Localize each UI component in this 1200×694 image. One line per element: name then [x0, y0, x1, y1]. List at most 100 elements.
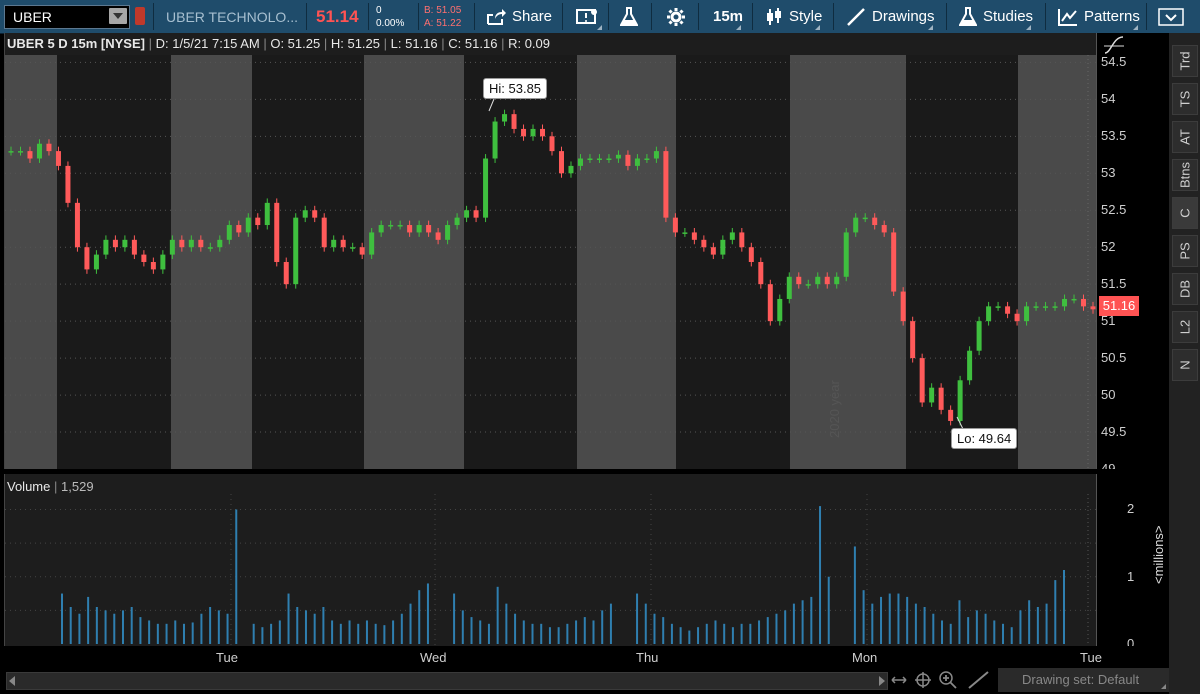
candle-body [340, 239, 346, 248]
volume-bar [697, 627, 700, 644]
candle-body [748, 247, 754, 262]
candle-body [967, 350, 973, 381]
zoom-in-icon[interactable] [938, 670, 958, 690]
candle-body [767, 284, 773, 322]
drawings-button[interactable]: Drawings [846, 0, 935, 33]
candle-body [948, 409, 954, 421]
volume-bar [470, 617, 473, 644]
volume-bar [487, 623, 490, 644]
candle-body [777, 298, 783, 322]
volume-bar [967, 617, 970, 644]
volume-bar [862, 590, 865, 644]
tab-ts[interactable]: TS [1172, 83, 1198, 115]
time-axis[interactable]: Tue Wed Thu Mon Tue [4, 646, 1169, 668]
tab-n[interactable]: N [1172, 349, 1198, 381]
flask-button[interactable] [620, 0, 644, 33]
timeframe-button[interactable]: 15m [713, 0, 743, 33]
studies-button[interactable]: Studies [959, 0, 1033, 33]
drawing-set-selector[interactable]: Drawing set: Default [998, 668, 1169, 692]
candle-body [739, 232, 745, 248]
candle-body [720, 239, 726, 255]
candle-body [36, 143, 42, 159]
volume-bar [453, 593, 456, 644]
style-button[interactable]: Style [765, 0, 822, 33]
candle-body [435, 232, 441, 240]
volume-bar [941, 620, 944, 644]
tab-trd[interactable]: Trd [1172, 45, 1198, 77]
current-price-marker: 51.16 [1099, 296, 1139, 316]
volume-bar [1063, 570, 1065, 644]
candle-body [729, 232, 735, 240]
candle-body [483, 158, 489, 218]
tab-label: AT [1177, 129, 1193, 145]
tab-at[interactable]: AT [1172, 121, 1198, 153]
price-chart-area[interactable]: UBER 5 D 15m [NYSE] | D: 1/5/21 7:15 AM … [4, 33, 1097, 469]
candle-body [359, 247, 365, 255]
volume-bar [688, 630, 691, 644]
chart-date: D: 1/5/21 7:15 AM [155, 36, 260, 51]
patterns-button[interactable]: Patterns [1058, 0, 1140, 33]
scroll-left-icon[interactable] [9, 676, 15, 686]
volume-axis[interactable]: 210 <millions> [1096, 474, 1170, 651]
volume-bar [609, 603, 612, 644]
volume-bar [383, 625, 386, 644]
volume-bar [740, 623, 743, 644]
tab-l2[interactable]: L2 [1172, 311, 1198, 343]
candle-body [900, 291, 906, 322]
hi-label: Hi: 53.85 [483, 78, 548, 99]
tab-db[interactable]: DB [1172, 273, 1198, 305]
auto-scale-icon[interactable] [1103, 35, 1125, 55]
volume-bar [540, 623, 543, 644]
volume-bar [775, 613, 778, 644]
tab-btns[interactable]: Btns [1172, 159, 1198, 191]
candle-body [986, 306, 992, 322]
candle-body [8, 151, 14, 153]
session-band [252, 55, 364, 469]
volume-chart-area[interactable]: Volume | 1,529 [4, 474, 1097, 646]
candle-body [568, 165, 574, 174]
tab-ps[interactable]: PS [1172, 235, 1198, 267]
volume-bar [331, 620, 334, 644]
volume-bar [749, 623, 752, 644]
more-button[interactable] [1158, 0, 1190, 33]
volume-bar [871, 603, 874, 644]
alerts-button[interactable] [576, 0, 604, 33]
volume-bar [348, 620, 351, 644]
scroll-right-icon[interactable] [879, 676, 885, 686]
symbol-input[interactable]: UBER [4, 5, 130, 29]
volume-bar [139, 617, 142, 644]
toolbar: UBER UBER TECHNOLO... 51.14 0 0.00% B: 5… [0, 0, 1200, 34]
time-tick: Wed [420, 650, 447, 665]
line-tool-icon[interactable] [966, 670, 992, 690]
candle-body [464, 210, 470, 218]
volume-bar [1010, 627, 1013, 644]
tab-label: N [1177, 360, 1193, 370]
share-button[interactable]: Share [486, 0, 552, 33]
session-band [577, 55, 676, 469]
candle-body [150, 262, 156, 270]
candle-body [1062, 298, 1068, 307]
pan-icon[interactable] [890, 672, 908, 688]
volume-tick: 1 [1127, 568, 1135, 584]
bid-ask: B: 51.05 A: 51.22 [424, 4, 461, 30]
volume-bar [374, 623, 377, 644]
settings-button[interactable] [666, 0, 692, 33]
candle-body [274, 202, 280, 262]
candle-body [625, 154, 631, 166]
candle-body [46, 143, 52, 152]
horizontal-scrollbar[interactable] [6, 672, 888, 690]
price-axis[interactable]: 54.55453.55352.55251.55150.55049.549 51.… [1096, 33, 1170, 476]
tab-c[interactable]: C [1172, 197, 1198, 229]
crosshair-icon[interactable] [914, 671, 932, 689]
candle-body [549, 136, 555, 152]
symbol-dropdown-button[interactable] [109, 8, 127, 24]
link-color-button[interactable] [135, 7, 145, 25]
volume-bar [1002, 623, 1005, 644]
candle-body [27, 151, 33, 159]
volume-header: Volume | 1,529 [7, 479, 94, 494]
candle-body [141, 254, 147, 262]
candle-body [293, 217, 299, 285]
candle-body [701, 239, 707, 248]
candle-body [454, 217, 460, 226]
candle-body [976, 321, 982, 351]
